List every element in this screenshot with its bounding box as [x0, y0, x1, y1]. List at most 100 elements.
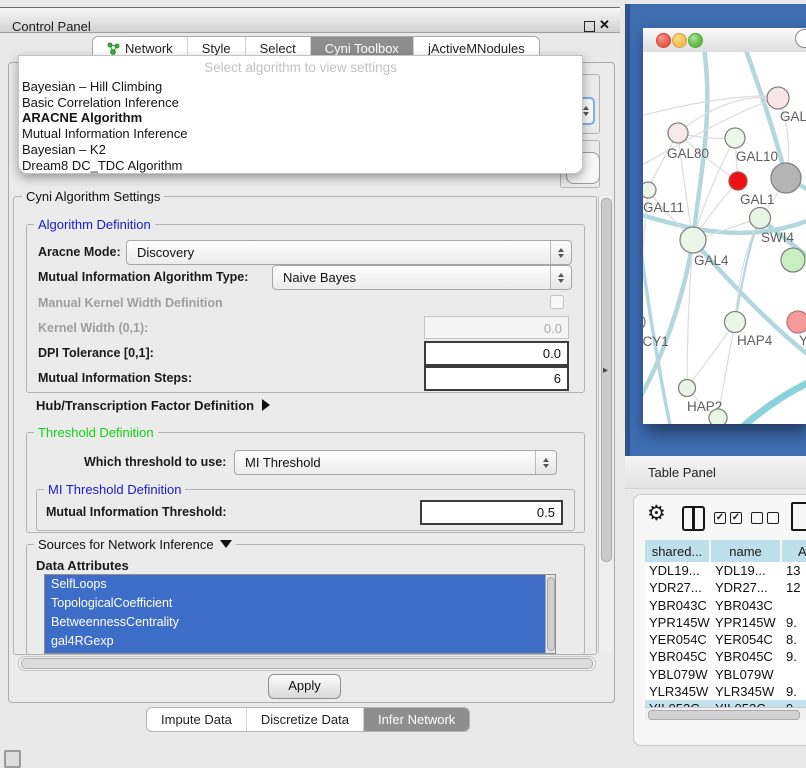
network-node-label: GAL10	[736, 149, 778, 164]
algorithm-dropdown-list: Bayesian – Hill ClimbingBasic Correlatio…	[22, 79, 579, 173]
table-row[interactable]: YLR345WYLR345W9.	[645, 683, 806, 700]
settings-vertical-scrollbar[interactable]	[598, 196, 612, 653]
settings-horizontal-scrollbar[interactable]	[18, 656, 596, 671]
tab-label: Infer Network	[378, 712, 455, 727]
algorithm-dropdown: Select algorithm to view settings Bayesi…	[18, 55, 583, 174]
network-node[interactable]	[709, 409, 727, 424]
table-cell: 9.	[782, 648, 806, 665]
select-all-checkbox-icon[interactable]: ✓	[714, 512, 726, 524]
column-header[interactable]: name	[711, 540, 782, 562]
list-vertical-scrollbar[interactable]	[545, 575, 555, 653]
column-header[interactable]: A	[782, 540, 806, 562]
table-cell: YDR27...	[645, 579, 711, 596]
close-traffic-light[interactable]	[656, 33, 671, 48]
table-cell: YBL079W	[711, 666, 782, 683]
which-threshold-label: Which threshold to use:	[84, 455, 226, 469]
gear-icon[interactable]: ⚙	[647, 501, 666, 526]
data-attributes-list[interactable]: SelfLoopsTopologicalCoefficientBetweenne…	[44, 574, 556, 654]
network-window-titlebar[interactable]	[643, 28, 806, 53]
table-cell: YIL052C	[711, 700, 782, 707]
network-node[interactable]	[771, 163, 801, 193]
attribute-item[interactable]: BetweennessCentrality	[45, 613, 555, 632]
table-cell	[782, 597, 806, 614]
network-node[interactable]	[679, 380, 696, 397]
attribute-item[interactable]: SelfLoops	[45, 575, 555, 594]
aracne-mode-select[interactable]: Discovery	[126, 240, 572, 265]
deselect-all-checkbox-icon[interactable]	[767, 512, 779, 524]
hub-definition-toggle[interactable]: Hub/Transcription Factor Definition	[36, 398, 270, 413]
scrollbar-thumb[interactable]	[547, 577, 555, 651]
table-cell: 9.	[782, 614, 806, 631]
sources-legend[interactable]: Sources for Network Inference	[34, 537, 236, 552]
deselect-all-checkbox-icon[interactable]	[751, 512, 763, 524]
mi-type-select[interactable]: Naive Bayes	[272, 265, 572, 290]
network-node[interactable]	[729, 172, 747, 190]
network-node-label: GAL4	[694, 253, 729, 268]
scrollbar-thumb[interactable]	[21, 658, 593, 669]
algorithm-option[interactable]: ARACNE Algorithm	[22, 110, 579, 126]
network-node-label: Y	[799, 333, 806, 348]
cyni-bottom-tabbar: Impute Data Discretize Data Infer Networ…	[146, 707, 470, 732]
mi-steps-label: Mutual Information Steps:	[38, 371, 192, 385]
column-header[interactable]: shared...	[645, 540, 711, 562]
node-table: shared...nameA YDL19...YDL19...13YDR27..…	[645, 540, 806, 707]
mi-threshold-value: 0.5	[537, 505, 555, 520]
algorithm-option[interactable]: Dream8 DC_TDC Algorithm	[22, 158, 579, 174]
algorithm-option[interactable]: Mutual Information Inference	[22, 126, 579, 142]
table-horizontal-scrollbar[interactable]	[645, 707, 806, 720]
table-row[interactable]: YDL19...YDL19...13	[645, 562, 806, 579]
scrollbar-thumb[interactable]	[601, 198, 612, 562]
manual-kernel-checkbox[interactable]	[550, 295, 564, 309]
table-row[interactable]: YBL079WYBL079W	[645, 666, 806, 683]
network-node[interactable]	[680, 227, 706, 253]
zoom-traffic-light[interactable]	[688, 33, 703, 48]
tab-label: Style	[202, 41, 231, 56]
sources-legend-label: Sources for Network Inference	[38, 537, 214, 552]
network-node[interactable]	[643, 314, 645, 330]
network-canvas[interactable]: GALGAL80GAL10GAL11GAL1GAL4SWI4GCY1HAP4YH…	[643, 52, 806, 424]
table-row[interactable]: YIL052CYIL052C9	[645, 700, 806, 707]
panel-collapse-arrow[interactable]: ▸	[603, 365, 608, 376]
network-node[interactable]	[668, 123, 688, 143]
network-node[interactable]	[643, 182, 656, 198]
columns-icon[interactable]	[682, 506, 705, 531]
select-all-checkbox-icon[interactable]: ✓	[730, 512, 742, 524]
table-row[interactable]: YBR045CYBR045C9.	[645, 648, 806, 665]
algorithm-option[interactable]: Bayesian – K2	[22, 142, 579, 158]
corner-widget[interactable]	[4, 750, 21, 768]
table-row[interactable]: YBR043CYBR043C	[645, 597, 806, 614]
mi-threshold-field[interactable]: 0.5	[420, 500, 563, 525]
close-icon[interactable]: ✕	[599, 17, 610, 33]
kernel-width-field[interactable]: 0.0	[424, 316, 569, 339]
attribute-item[interactable]: TopologicalCoefficient	[45, 594, 555, 613]
network-node[interactable]	[725, 128, 745, 148]
float-window-icon[interactable]	[584, 21, 595, 32]
table-cell: YDR27...	[711, 579, 782, 596]
page-icon[interactable]	[791, 502, 806, 531]
hub-definition-label: Hub/Transcription Factor Definition	[36, 398, 254, 413]
minimize-traffic-light[interactable]	[672, 33, 687, 48]
network-node[interactable]	[725, 312, 746, 333]
tab-label: Impute Data	[161, 712, 232, 727]
network-node-label: SWI4	[761, 230, 794, 245]
apply-button[interactable]: Apply	[268, 674, 341, 699]
mi-steps-field[interactable]: 6	[424, 366, 569, 391]
tab-impute-data[interactable]: Impute Data	[147, 708, 246, 731]
table-row[interactable]: YER054CYER054C8.	[645, 631, 806, 648]
network-node[interactable]	[767, 87, 789, 109]
tab-discretize-data[interactable]: Discretize Data	[246, 708, 363, 731]
dpi-tolerance-field[interactable]: 0.0	[424, 341, 569, 366]
network-node[interactable]	[787, 311, 806, 333]
algorithm-option[interactable]: Bayesian – Hill Climbing	[22, 79, 579, 95]
tab-label: Network	[125, 41, 173, 56]
which-threshold-select[interactable]: MI Threshold	[234, 450, 557, 475]
table-row[interactable]: YPR145WYPR145W9.	[645, 614, 806, 631]
tab-infer-network[interactable]: Infer Network	[363, 708, 469, 731]
network-node[interactable]	[781, 248, 805, 272]
scrollbar-thumb[interactable]	[648, 710, 800, 720]
table-row[interactable]: YDR27...YDR27...12	[645, 579, 806, 596]
attribute-item[interactable]: gal4RGexp	[45, 632, 555, 651]
algorithm-option[interactable]: Basic Correlation Inference	[22, 95, 579, 111]
control-panel-titlebar: Control Panel ✕	[0, 7, 620, 33]
network-node[interactable]	[750, 208, 771, 229]
